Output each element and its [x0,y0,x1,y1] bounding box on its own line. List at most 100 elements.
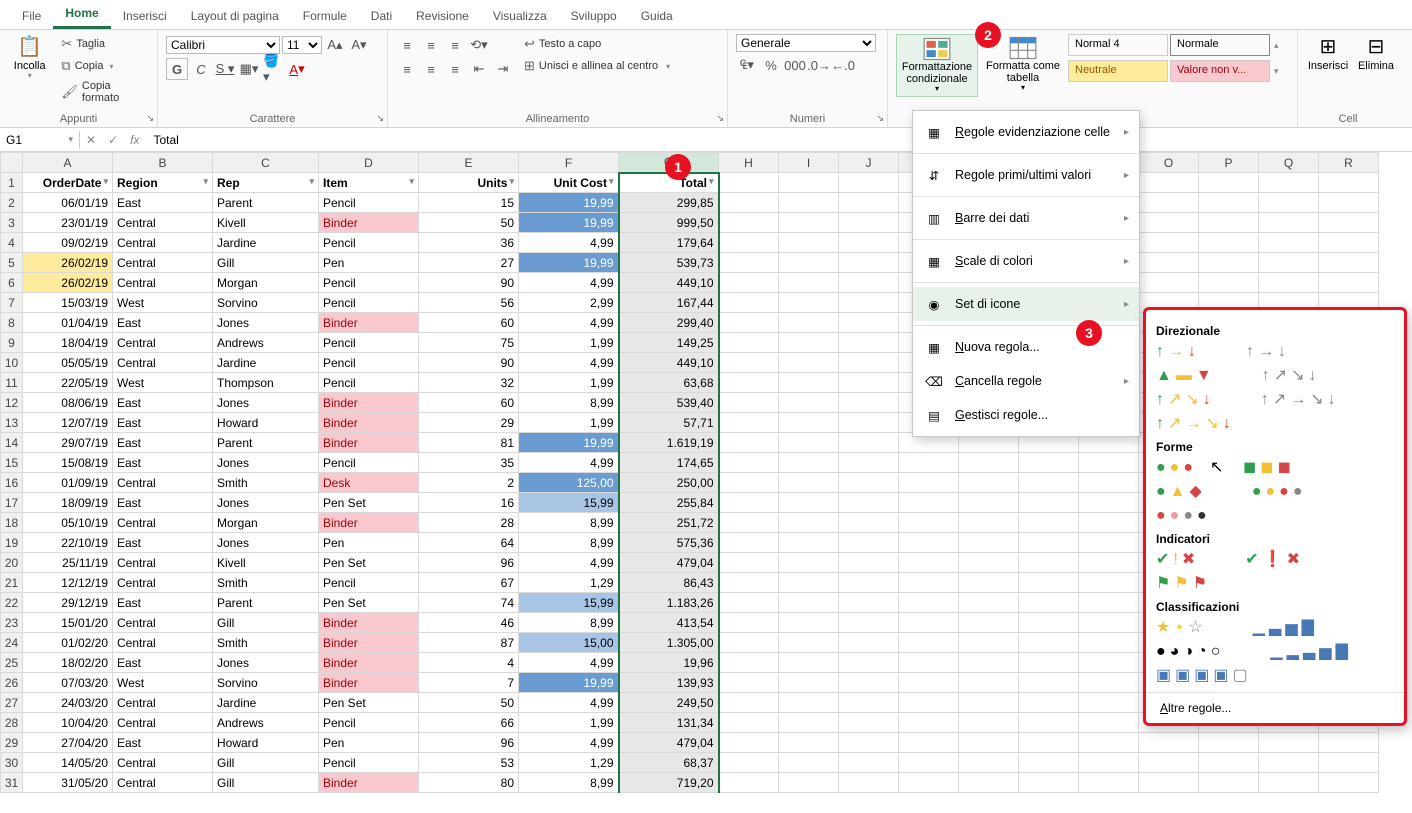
cell[interactable] [1139,173,1199,193]
cell[interactable] [719,173,779,193]
cell[interactable] [1199,213,1259,233]
cell[interactable] [839,353,899,373]
cell[interactable] [779,773,839,793]
cell[interactable] [1019,573,1079,593]
cut-button[interactable]: ✂Taglia [57,34,149,54]
cell[interactable]: Parent [213,193,319,213]
cell[interactable] [719,273,779,293]
cell[interactable] [779,613,839,633]
cell[interactable]: 139,93 [619,673,719,693]
cell[interactable]: Binder [319,653,419,673]
cell[interactable]: 15/01/20 [23,613,113,633]
cell[interactable]: 56 [419,293,519,313]
cell[interactable]: Pen Set [319,593,419,613]
row-header-9[interactable]: 9 [1,333,23,353]
dialog-launcher-icon[interactable]: ↘ [716,113,724,124]
cell[interactable] [839,773,899,793]
cell[interactable]: Pencil [319,713,419,733]
cell[interactable] [1139,213,1199,233]
cell[interactable] [899,473,959,493]
cell[interactable]: Pencil [319,453,419,473]
cell[interactable]: 22/05/19 [23,373,113,393]
menu-icon-sets[interactable]: ◉ Set di icone▸ [913,287,1139,321]
cell[interactable]: 4,99 [519,693,619,713]
cell[interactable]: Central [113,773,213,793]
cell[interactable]: 26/02/19 [23,253,113,273]
cell[interactable] [1079,513,1139,533]
col-header-B[interactable]: B [113,153,213,173]
cell[interactable]: 18/09/19 [23,493,113,513]
cell[interactable]: 90 [419,273,519,293]
cell[interactable] [1139,773,1199,793]
cell[interactable]: Pen [319,533,419,553]
tab-visualizza[interactable]: Visualizza [481,3,559,29]
currency-icon[interactable]: ₠▾ [736,54,758,76]
cell[interactable] [1019,493,1079,513]
cell[interactable]: 4,99 [519,233,619,253]
cell[interactable]: Sorvino [213,673,319,693]
col-header-Q[interactable]: Q [1259,153,1319,173]
cell[interactable]: 8,99 [519,393,619,413]
cell[interactable] [1019,753,1079,773]
cell[interactable] [719,713,779,733]
cell[interactable] [1319,213,1379,233]
cell[interactable]: 1,99 [519,413,619,433]
cell[interactable] [899,493,959,513]
cell[interactable]: Jardine [213,233,319,253]
bold-button[interactable]: G [166,58,188,80]
cell[interactable] [959,653,1019,673]
iconset-3symbols-circled[interactable]: ✔!✖ [1156,552,1195,568]
cell[interactable]: Binder [319,513,419,533]
cell[interactable] [839,553,899,573]
iconset-4arrows-colored[interactable]: ↑↗↘↓ [1156,392,1211,408]
cell[interactable]: 81 [419,433,519,453]
borders-button[interactable]: ▦▾ [238,58,260,80]
row-header-7[interactable]: 7 [1,293,23,313]
cell[interactable] [1259,753,1319,773]
cell[interactable]: East [113,593,213,613]
cell[interactable] [1259,233,1319,253]
cell[interactable] [1319,733,1379,753]
cell[interactable]: Central [113,273,213,293]
cell[interactable]: East [113,193,213,213]
cell[interactable]: 86,43 [619,573,719,593]
format-painter-button[interactable]: 🖌Copia formato [57,78,149,106]
cell[interactable] [1019,773,1079,793]
row-header-30[interactable]: 30 [1,753,23,773]
col-header-A[interactable]: A [23,153,113,173]
iconset-5arrows-colored[interactable]: ↑↗→↘↓ [1156,416,1231,432]
merge-center-button[interactable]: ⊞Unisci e allinea al centro▾ [520,56,674,76]
cell[interactable]: 251,72 [619,513,719,533]
cell[interactable] [719,773,779,793]
tab-revisione[interactable]: Revisione [404,3,481,29]
tab-guida[interactable]: Guida [629,3,685,29]
cell[interactable]: 7 [419,673,519,693]
cell[interactable]: Pencil [319,753,419,773]
cell[interactable] [779,673,839,693]
cell[interactable]: 63,68 [619,373,719,393]
cell[interactable]: Morgan [213,513,319,533]
cell[interactable]: 05/05/19 [23,353,113,373]
outdent-icon[interactable]: ⇤ [468,58,490,80]
cell[interactable] [1079,553,1139,573]
cell[interactable] [779,233,839,253]
iconset-3triangles[interactable]: ▲▬▼ [1156,368,1212,384]
cell[interactable]: 479,04 [619,733,719,753]
cell[interactable] [1199,273,1259,293]
cell[interactable] [779,213,839,233]
cell[interactable] [779,393,839,413]
cell[interactable] [1079,613,1139,633]
cell[interactable] [719,513,779,533]
cell[interactable] [719,633,779,653]
menu-data-bars[interactable]: ▥ Barre dei dati▸ [913,201,1139,235]
cell[interactable]: 35 [419,453,519,473]
row-header-23[interactable]: 23 [1,613,23,633]
cell[interactable] [899,713,959,733]
cell[interactable]: 1,99 [519,713,619,733]
cell[interactable] [839,393,899,413]
cell[interactable] [1199,193,1259,213]
cell[interactable]: 27/04/20 [23,733,113,753]
cell[interactable]: 32 [419,373,519,393]
cell[interactable]: Central [113,753,213,773]
cell[interactable]: 19,99 [519,213,619,233]
